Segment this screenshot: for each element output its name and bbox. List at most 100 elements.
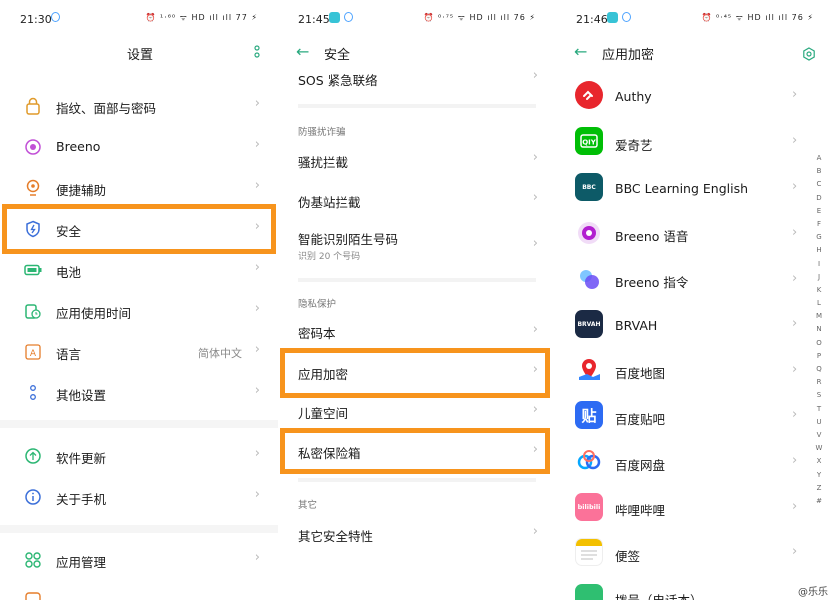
- kid-space-item[interactable]: 儿童空间: [298, 403, 348, 422]
- chevron-right-icon: ›: [254, 137, 260, 152]
- app-name[interactable]: BBC Learning English: [615, 181, 748, 196]
- chevron-right-icon: ›: [532, 190, 538, 205]
- settings-item-label: 应用使用时间: [56, 306, 132, 321]
- settings-item-more[interactable]: ...: [0, 580, 278, 600]
- index-letter[interactable]: W: [814, 442, 824, 455]
- qq-notification-icon: [622, 12, 631, 22]
- svg-text:QIY: QIY: [582, 139, 597, 147]
- index-letter[interactable]: O: [814, 337, 824, 350]
- chevron-right-icon: ›: [792, 499, 798, 514]
- index-letter[interactable]: Q: [814, 363, 824, 376]
- settings-item-label: 软件更新: [56, 451, 107, 466]
- more-icon: [24, 591, 42, 600]
- back-arrow-icon[interactable]: ←: [574, 42, 587, 61]
- app-name[interactable]: BRVAH: [615, 318, 657, 333]
- settings-item-biometrics[interactable]: 指纹、面部与密码 ›: [0, 86, 278, 126]
- settings-item-label: Breeno: [56, 139, 101, 154]
- index-letter[interactable]: R: [814, 376, 824, 389]
- section-divider: [0, 420, 278, 428]
- index-letter[interactable]: M: [814, 310, 824, 323]
- status-icons: ⏰ ¹·⁶⁰ ᯤ HD ıll ıll 77 ⚡: [145, 13, 258, 22]
- status-time: 21:45: [298, 13, 330, 26]
- chevron-right-icon: ›: [792, 179, 798, 194]
- smart-id-item[interactable]: 智能识别陌生号码: [298, 229, 398, 248]
- index-letter[interactable]: L: [814, 297, 824, 310]
- index-letter[interactable]: K: [814, 284, 824, 297]
- index-letter[interactable]: V: [814, 429, 824, 442]
- settings-item-assist[interactable]: 便捷辅助 ›: [0, 168, 278, 208]
- iqiyi-icon: QIY: [575, 127, 603, 155]
- index-letter[interactable]: I: [814, 258, 824, 271]
- index-letter[interactable]: E: [814, 205, 824, 218]
- index-letter[interactable]: Z: [814, 482, 824, 495]
- harass-block-item[interactable]: 骚扰拦截: [298, 152, 348, 171]
- settings-gear-icon[interactable]: [802, 46, 816, 65]
- index-letter[interactable]: G: [814, 231, 824, 244]
- settings-item-about[interactable]: 关于手机 ›: [0, 477, 278, 517]
- chevron-right-icon: ›: [254, 260, 260, 275]
- app-manage-icon: [24, 551, 42, 569]
- index-letter[interactable]: T: [814, 403, 824, 416]
- chevron-right-icon: ›: [792, 271, 798, 286]
- index-letter[interactable]: H: [814, 244, 824, 257]
- language-icon: A: [24, 343, 42, 361]
- index-letter[interactable]: F: [814, 218, 824, 231]
- app-name[interactable]: 百度网盘: [615, 455, 665, 474]
- notes-icon: [575, 538, 603, 566]
- back-arrow-icon[interactable]: ←: [296, 42, 309, 61]
- settings-item-battery[interactable]: 电池 ›: [0, 250, 278, 290]
- page-title: 应用加密: [602, 48, 655, 63]
- more-options-icon[interactable]: [254, 45, 260, 61]
- other-security-item[interactable]: 其它安全特性: [298, 526, 373, 545]
- chevron-right-icon: ›: [532, 322, 538, 337]
- password-book-item[interactable]: 密码本: [298, 323, 336, 342]
- index-letter[interactable]: S: [814, 389, 824, 402]
- settings-item-update[interactable]: 软件更新 ›: [0, 436, 278, 476]
- app-name[interactable]: 便签: [615, 546, 640, 565]
- index-letter[interactable]: U: [814, 416, 824, 429]
- language-value: 简体中文: [198, 347, 242, 360]
- brvah-icon: BRVAH: [575, 310, 603, 338]
- settings-item-other[interactable]: 其他设置 ›: [0, 373, 278, 413]
- chevron-right-icon: ›: [532, 402, 538, 417]
- other-settings-icon: [24, 384, 42, 402]
- app-name[interactable]: Breeno 语音: [615, 226, 688, 245]
- highlight-box: [2, 204, 276, 254]
- info-icon: [24, 488, 42, 506]
- index-letter[interactable]: B: [814, 165, 824, 178]
- section-header-fraud: 防骚扰诈骗: [298, 127, 346, 138]
- section-divider: [0, 525, 278, 533]
- app-name[interactable]: 拨号（电话本）: [615, 590, 703, 600]
- status-icons: ⏰ ⁰·⁷⁵ ᯤ HD ıll ıll 76 ⚡: [423, 13, 536, 22]
- settings-item-app-manage[interactable]: 应用管理 ›: [0, 540, 278, 580]
- index-letter[interactable]: P: [814, 350, 824, 363]
- index-letter[interactable]: Y: [814, 469, 824, 482]
- security-screen: 21:45 ⏰ ⁰·⁷⁵ ᯤ HD ıll ıll 76 ⚡ ← 安全 SOS …: [278, 0, 556, 600]
- index-letter[interactable]: #: [814, 495, 824, 508]
- sos-item[interactable]: SOS 紧急联络: [298, 70, 378, 89]
- settings-item-breeno[interactable]: Breeno ›: [0, 127, 278, 167]
- index-letter[interactable]: N: [814, 323, 824, 336]
- smart-id-subtext: 识别 20 个号码: [298, 252, 361, 262]
- index-letter[interactable]: D: [814, 192, 824, 205]
- index-letter[interactable]: A: [814, 152, 824, 165]
- settings-item-language[interactable]: A 语言 简体中文 ›: [0, 332, 278, 372]
- fake-station-item[interactable]: 伪基站拦截: [298, 192, 361, 211]
- svg-text:A: A: [30, 349, 37, 359]
- app-name[interactable]: 爱奇艺: [615, 135, 653, 154]
- settings-item-screen-time[interactable]: 应用使用时间 ›: [0, 291, 278, 331]
- app-name[interactable]: Authy: [615, 89, 652, 104]
- alphabet-index[interactable]: A B C D E F G H I J K L M N O P Q R S T U V W X Y Z #: [814, 152, 824, 508]
- index-letter[interactable]: C: [814, 178, 824, 191]
- app-name[interactable]: 百度贴吧: [615, 409, 665, 428]
- app-name[interactable]: Breeno 指令: [615, 272, 688, 291]
- app-name[interactable]: 哔哩哔哩: [615, 500, 665, 519]
- settings-screen: 21:30 ⏰ ¹·⁶⁰ ᯤ HD ıll ıll 77 ⚡ 设置 指纹、面部与…: [0, 0, 278, 600]
- settings-item-label: ...: [56, 592, 68, 600]
- status-time: 21:46: [576, 13, 608, 26]
- index-letter[interactable]: X: [814, 455, 824, 468]
- app-name[interactable]: 百度地图: [615, 363, 665, 382]
- status-bar: 21:30 ⏰ ¹·⁶⁰ ᯤ HD ıll ıll 77 ⚡: [0, 0, 278, 36]
- index-letter[interactable]: J: [814, 271, 824, 284]
- chevron-right-icon: ›: [792, 362, 798, 377]
